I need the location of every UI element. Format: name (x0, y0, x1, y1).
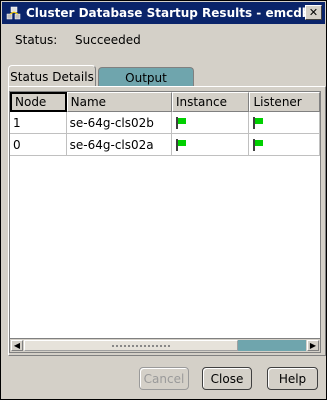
results-table: Node Name Instance Listener 1 se-64g-cls… (9, 91, 321, 353)
tab-output[interactable]: Output (98, 67, 194, 87)
cell-name: se-64g-cls02a (66, 134, 172, 156)
cell-node: 1 (10, 112, 67, 134)
arrow-left-icon: ◀ (13, 341, 21, 350)
table-row[interactable]: 1 se-64g-cls02b (10, 112, 320, 134)
arrow-right-icon: ▶ (309, 341, 317, 350)
column-header-name-label: Name (70, 95, 107, 109)
grip-icon (111, 344, 171, 348)
cell-node: 0 (10, 134, 67, 156)
column-header-name[interactable]: Name (66, 92, 172, 112)
scrollbar-thumb[interactable] (24, 340, 238, 351)
window-title: Cluster Database Startup Results - emcdb (26, 6, 311, 20)
status-row: Status: Succeeded (15, 33, 141, 47)
table-header: Node Name Instance Listener (10, 92, 320, 112)
app-icon (6, 5, 22, 21)
table-row[interactable]: 0 se-64g-cls02a (10, 134, 320, 156)
column-header-instance-label: Instance (175, 95, 227, 109)
cell-instance (171, 134, 250, 156)
column-header-node[interactable]: Node (10, 92, 67, 112)
horizontal-scrollbar[interactable]: ◀ ▶ (10, 338, 320, 352)
flag-green-icon (175, 138, 189, 152)
close-icon: ✕ (308, 6, 319, 19)
column-header-node-label: Node (15, 95, 47, 109)
cell-instance (171, 112, 250, 134)
close-button-label: Close (210, 371, 244, 386)
status-label: Status: (15, 33, 58, 47)
tab-strip: Status Details Output (8, 65, 327, 87)
tab-status-details[interactable]: Status Details (8, 65, 96, 87)
flag-green-icon (252, 116, 266, 130)
close-button[interactable]: Close (202, 367, 252, 390)
scrollbar-track[interactable] (238, 340, 306, 351)
cancel-button[interactable]: Cancel (139, 367, 189, 390)
cancel-button-label: Cancel (143, 371, 185, 386)
scroll-left-button[interactable]: ◀ (11, 340, 23, 351)
column-header-listener-label: Listener (253, 95, 302, 109)
cell-listener (249, 134, 320, 156)
cell-listener (249, 112, 320, 134)
close-window-button[interactable]: ✕ (305, 5, 322, 20)
title-bar[interactable]: Cluster Database Startup Results - emcdb… (2, 2, 325, 24)
scroll-right-button[interactable]: ▶ (307, 340, 319, 351)
column-header-listener[interactable]: Listener (249, 92, 320, 112)
dialog-window: Cluster Database Startup Results - emcdb… (0, 0, 327, 400)
tab-output-label: Output (125, 70, 167, 85)
flag-green-icon (252, 138, 266, 152)
cell-name: se-64g-cls02b (66, 112, 172, 134)
help-button[interactable]: Help (267, 367, 318, 390)
tab-status-details-label: Status Details (10, 69, 94, 84)
status-value: Succeeded (75, 33, 141, 47)
help-button-label: Help (278, 371, 307, 386)
column-header-instance[interactable]: Instance (171, 92, 250, 112)
flag-green-icon (175, 116, 189, 130)
